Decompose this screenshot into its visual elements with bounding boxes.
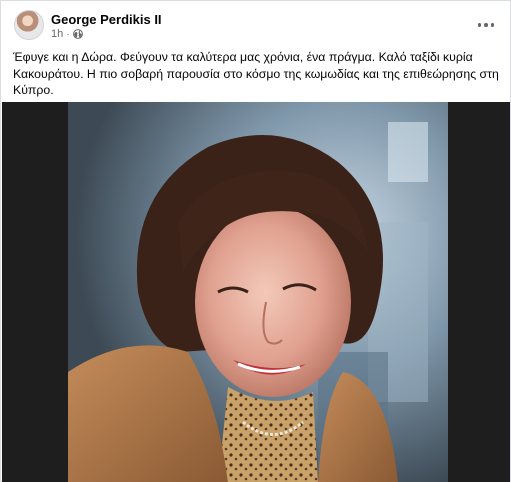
globe-icon[interactable] <box>72 29 83 39</box>
more-options-button[interactable] <box>474 13 498 37</box>
meta-separator: · <box>66 28 70 40</box>
author-name[interactable]: George Perdikis II <box>51 12 162 27</box>
post-photo[interactable] <box>68 102 448 482</box>
post-text: Έφυγε και η Δώρα. Φεύγουν τα καλύτερα μα… <box>13 50 499 97</box>
avatar[interactable] <box>14 10 44 40</box>
post-card: George Perdikis II 1h · Έφυγε και η Δώρα… <box>0 0 511 482</box>
post-media[interactable] <box>2 102 510 482</box>
post-header: George Perdikis II 1h · <box>1 1 510 45</box>
post-time[interactable]: 1h <box>51 28 63 40</box>
more-horizontal-icon <box>477 23 495 27</box>
post-meta: 1h · <box>51 28 83 40</box>
